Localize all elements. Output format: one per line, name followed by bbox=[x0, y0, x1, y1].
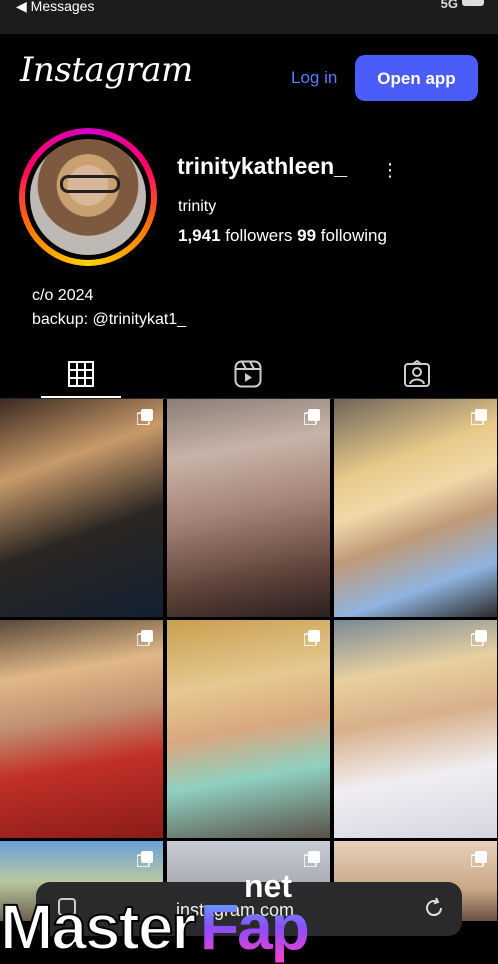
multiple-photos-icon bbox=[304, 851, 320, 867]
watermark-master: Master bbox=[0, 890, 197, 964]
grid-post[interactable] bbox=[0, 399, 163, 617]
status-bar: ◀ Messages 5G bbox=[0, 0, 498, 34]
multiple-photos-icon bbox=[137, 630, 153, 646]
app-header: Instagram Log in Open app bbox=[0, 34, 498, 118]
tab-reels[interactable] bbox=[228, 356, 268, 392]
multiple-photos-icon bbox=[137, 851, 153, 867]
posts-grid-icon bbox=[68, 361, 94, 387]
login-link[interactable]: Log in bbox=[291, 68, 337, 88]
grid-post[interactable] bbox=[167, 620, 330, 838]
instagram-logo[interactable]: Instagram bbox=[20, 50, 193, 90]
profile-username: trinitykathleen_ bbox=[177, 153, 347, 179]
multiple-photos-icon bbox=[471, 851, 487, 867]
profile-stats: 1,941 followers 99 following bbox=[178, 226, 387, 246]
watermark-fap: Fap bbox=[200, 891, 310, 963]
reload-icon[interactable] bbox=[422, 896, 446, 920]
bio-line-2[interactable]: backup: @trinitykat1_ bbox=[32, 311, 186, 329]
profile-full-name: trinity bbox=[178, 198, 217, 215]
grid-post[interactable] bbox=[0, 620, 163, 838]
followers-label[interactable]: followers bbox=[225, 226, 292, 245]
following-label[interactable]: following bbox=[321, 226, 387, 245]
multiple-photos-icon bbox=[304, 409, 320, 425]
tagged-icon bbox=[404, 360, 430, 387]
following-count[interactable]: 99 bbox=[297, 226, 316, 245]
multiple-photos-icon bbox=[471, 409, 487, 425]
bio-line-1: c/o 2024 bbox=[32, 287, 94, 304]
multiple-photos-icon bbox=[137, 409, 153, 425]
grid-post[interactable] bbox=[334, 399, 497, 617]
multiple-photos-icon bbox=[304, 630, 320, 646]
signal-indicator: 5G bbox=[440, 0, 458, 11]
back-to-messages[interactable]: ◀ Messages bbox=[16, 0, 94, 15]
profile-tabs bbox=[0, 350, 498, 399]
avatar bbox=[30, 139, 146, 255]
tab-posts[interactable] bbox=[61, 356, 101, 392]
reels-icon bbox=[234, 360, 262, 388]
glasses-detail bbox=[60, 175, 120, 193]
multiple-photos-icon bbox=[471, 630, 487, 646]
more-options-icon[interactable]: ⋮ bbox=[381, 160, 399, 180]
story-ring[interactable] bbox=[19, 128, 157, 266]
battery-icon bbox=[462, 0, 484, 6]
followers-count[interactable]: 1,941 bbox=[178, 226, 221, 245]
open-app-button[interactable]: Open app bbox=[355, 55, 478, 101]
active-tab-indicator bbox=[41, 396, 121, 398]
grid-post[interactable] bbox=[334, 620, 497, 838]
grid-post[interactable] bbox=[167, 399, 330, 617]
tab-tagged[interactable] bbox=[397, 356, 437, 392]
